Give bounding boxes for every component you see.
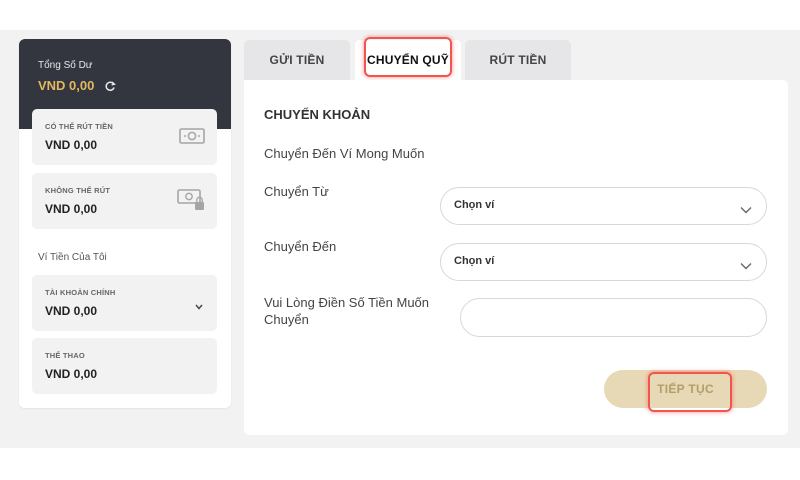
refresh-icon[interactable] (104, 80, 117, 92)
sports-wallet-card: THỂ THAO VND 0,00 (32, 338, 217, 394)
to-wallet-value: Chọn ví (454, 255, 495, 267)
amount-input[interactable] (460, 298, 767, 337)
balance-sidebar: Tổng Số Dư VND 0,00 CÓ THỂ RÚT TIỀN VND … (19, 39, 231, 408)
main-account-card[interactable]: TÀI KHOẢN CHÍNH VND 0,00 (32, 275, 217, 331)
cash-lock-icon (177, 189, 205, 216)
to-wallet-select[interactable]: Chọn ví (440, 243, 767, 281)
panel-title: CHUYỂN KHOẢN (264, 107, 371, 122)
chevron-down-icon[interactable] (195, 297, 203, 315)
from-label: Chuyển Từ (264, 184, 329, 199)
chevron-down-icon (740, 257, 752, 275)
panel-subtitle: Chuyển Đến Ví Mong Muốn (264, 146, 425, 161)
non-withdrawable-card: KHÔNG THỂ RÚT VND 0,00 (32, 173, 217, 229)
main-account-label: TÀI KHOẢN CHÍNH (45, 288, 116, 297)
non-withdrawable-value: VND 0,00 (45, 202, 98, 216)
tab-deposit[interactable]: GỬI TIỀN (244, 40, 350, 80)
total-balance: VND 0,00 (38, 78, 117, 93)
transfer-panel: CHUYỂN KHOẢN Chuyển Đến Ví Mong Muốn Chu… (244, 80, 788, 435)
total-balance-value: VND 0,00 (38, 78, 95, 93)
main-account-value: VND 0,00 (45, 304, 98, 318)
non-withdrawable-label: KHÔNG THỂ RÚT (45, 186, 111, 195)
my-wallets-heading: Ví Tiền Của Tôi (38, 252, 107, 263)
amount-label-line2: Chuyển (264, 312, 309, 327)
amount-label-line1: Vui Lòng Điền Số Tiền Muốn (264, 295, 430, 310)
from-wallet-value: Chọn ví (454, 199, 495, 211)
from-wallet-select[interactable]: Chọn ví (440, 187, 767, 225)
sports-wallet-value: VND 0,00 (45, 367, 98, 381)
withdrawable-value: VND 0,00 (45, 138, 98, 152)
total-balance-title: Tổng Số Dư (38, 60, 93, 71)
sports-wallet-label: THỂ THAO (45, 351, 85, 360)
amount-label: Vui Lòng Điền Số Tiền Muốn Chuyển (264, 294, 429, 328)
chevron-down-icon (740, 201, 752, 219)
continue-button[interactable]: TIẾP TỤC (604, 370, 767, 408)
cash-icon (179, 128, 205, 149)
tab-withdraw[interactable]: RÚT TIỀN (465, 40, 571, 80)
withdrawable-label: CÓ THỂ RÚT TIỀN (45, 122, 113, 131)
to-label: Chuyển Đến (264, 239, 337, 254)
withdrawable-card: CÓ THỂ RÚT TIỀN VND 0,00 (32, 109, 217, 165)
tab-transfer[interactable]: CHUYỂN QUỸ (355, 40, 461, 80)
